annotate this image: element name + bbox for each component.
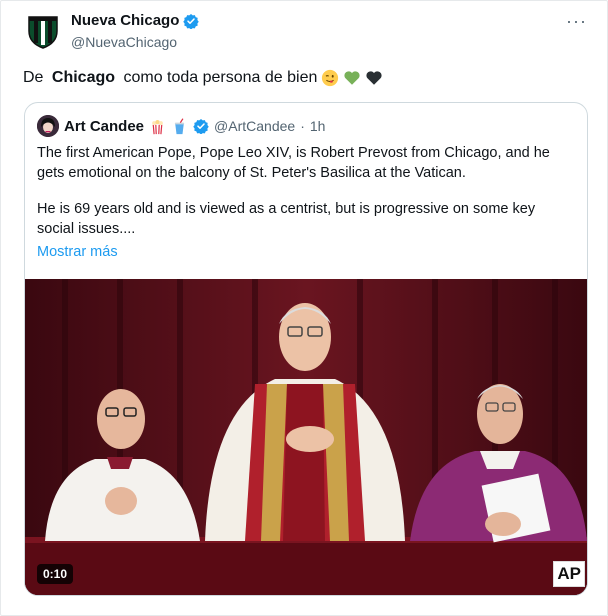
video-player[interactable]: 0:10 AP: [25, 279, 587, 595]
green-heart-icon: [344, 71, 360, 85]
avatar-portrait-icon: [37, 115, 59, 137]
popcorn-icon: [152, 119, 163, 134]
tweet-text-bold: Chicago: [51, 69, 116, 86]
tweet-text: De Chicago como toda persona de bien: [23, 67, 383, 89]
quoted-author-name[interactable]: Art Candee: [64, 118, 144, 135]
cup-with-straw-icon: [174, 117, 185, 134]
author-handle[interactable]: @NuevaChicago: [71, 34, 177, 50]
show-more-link[interactable]: Mostrar más: [37, 244, 118, 260]
quoted-author-avatar[interactable]: [37, 115, 59, 137]
quoted-verified-badge-icon: [193, 119, 209, 134]
verified-badge-icon: [183, 13, 200, 29]
quoted-timestamp[interactable]: 1h: [310, 118, 326, 134]
black-heart-icon: [366, 71, 382, 85]
quoted-author-handle[interactable]: @ArtCandee: [214, 118, 295, 134]
tweet-text-after: como toda persona de bien: [119, 69, 318, 86]
tweet-text-before: De: [23, 69, 48, 86]
quoted-paragraph-2: He is 69 years old and is viewed as a ce…: [37, 201, 536, 237]
club-crest-icon: [28, 16, 58, 49]
author-avatar[interactable]: [23, 11, 63, 51]
winking-face-icon: [322, 69, 339, 87]
tweet-card[interactable]: Nueva Chicago @NuevaChicago ··· De Chica…: [0, 0, 608, 616]
video-duration: 0:10: [37, 564, 74, 584]
quoted-tweet-header: Art Candee @ArtCandee · 1h: [37, 115, 325, 137]
author-name-text[interactable]: Nueva Chicago: [71, 12, 179, 29]
video-frame-image: [25, 279, 587, 595]
quoted-tweet-text: The first American Pope, Pope Leo XIV, i…: [37, 143, 567, 255]
quoted-separator: ·: [300, 118, 305, 134]
more-options-icon[interactable]: ···: [566, 11, 587, 32]
quoted-paragraph-1: The first American Pope, Pope Leo XIV, i…: [37, 145, 550, 181]
author-name[interactable]: Nueva Chicago: [71, 12, 200, 29]
quoted-tweet[interactable]: Art Candee @ArtCandee · 1h The first Ame…: [24, 102, 588, 596]
ap-watermark: AP: [553, 561, 585, 587]
